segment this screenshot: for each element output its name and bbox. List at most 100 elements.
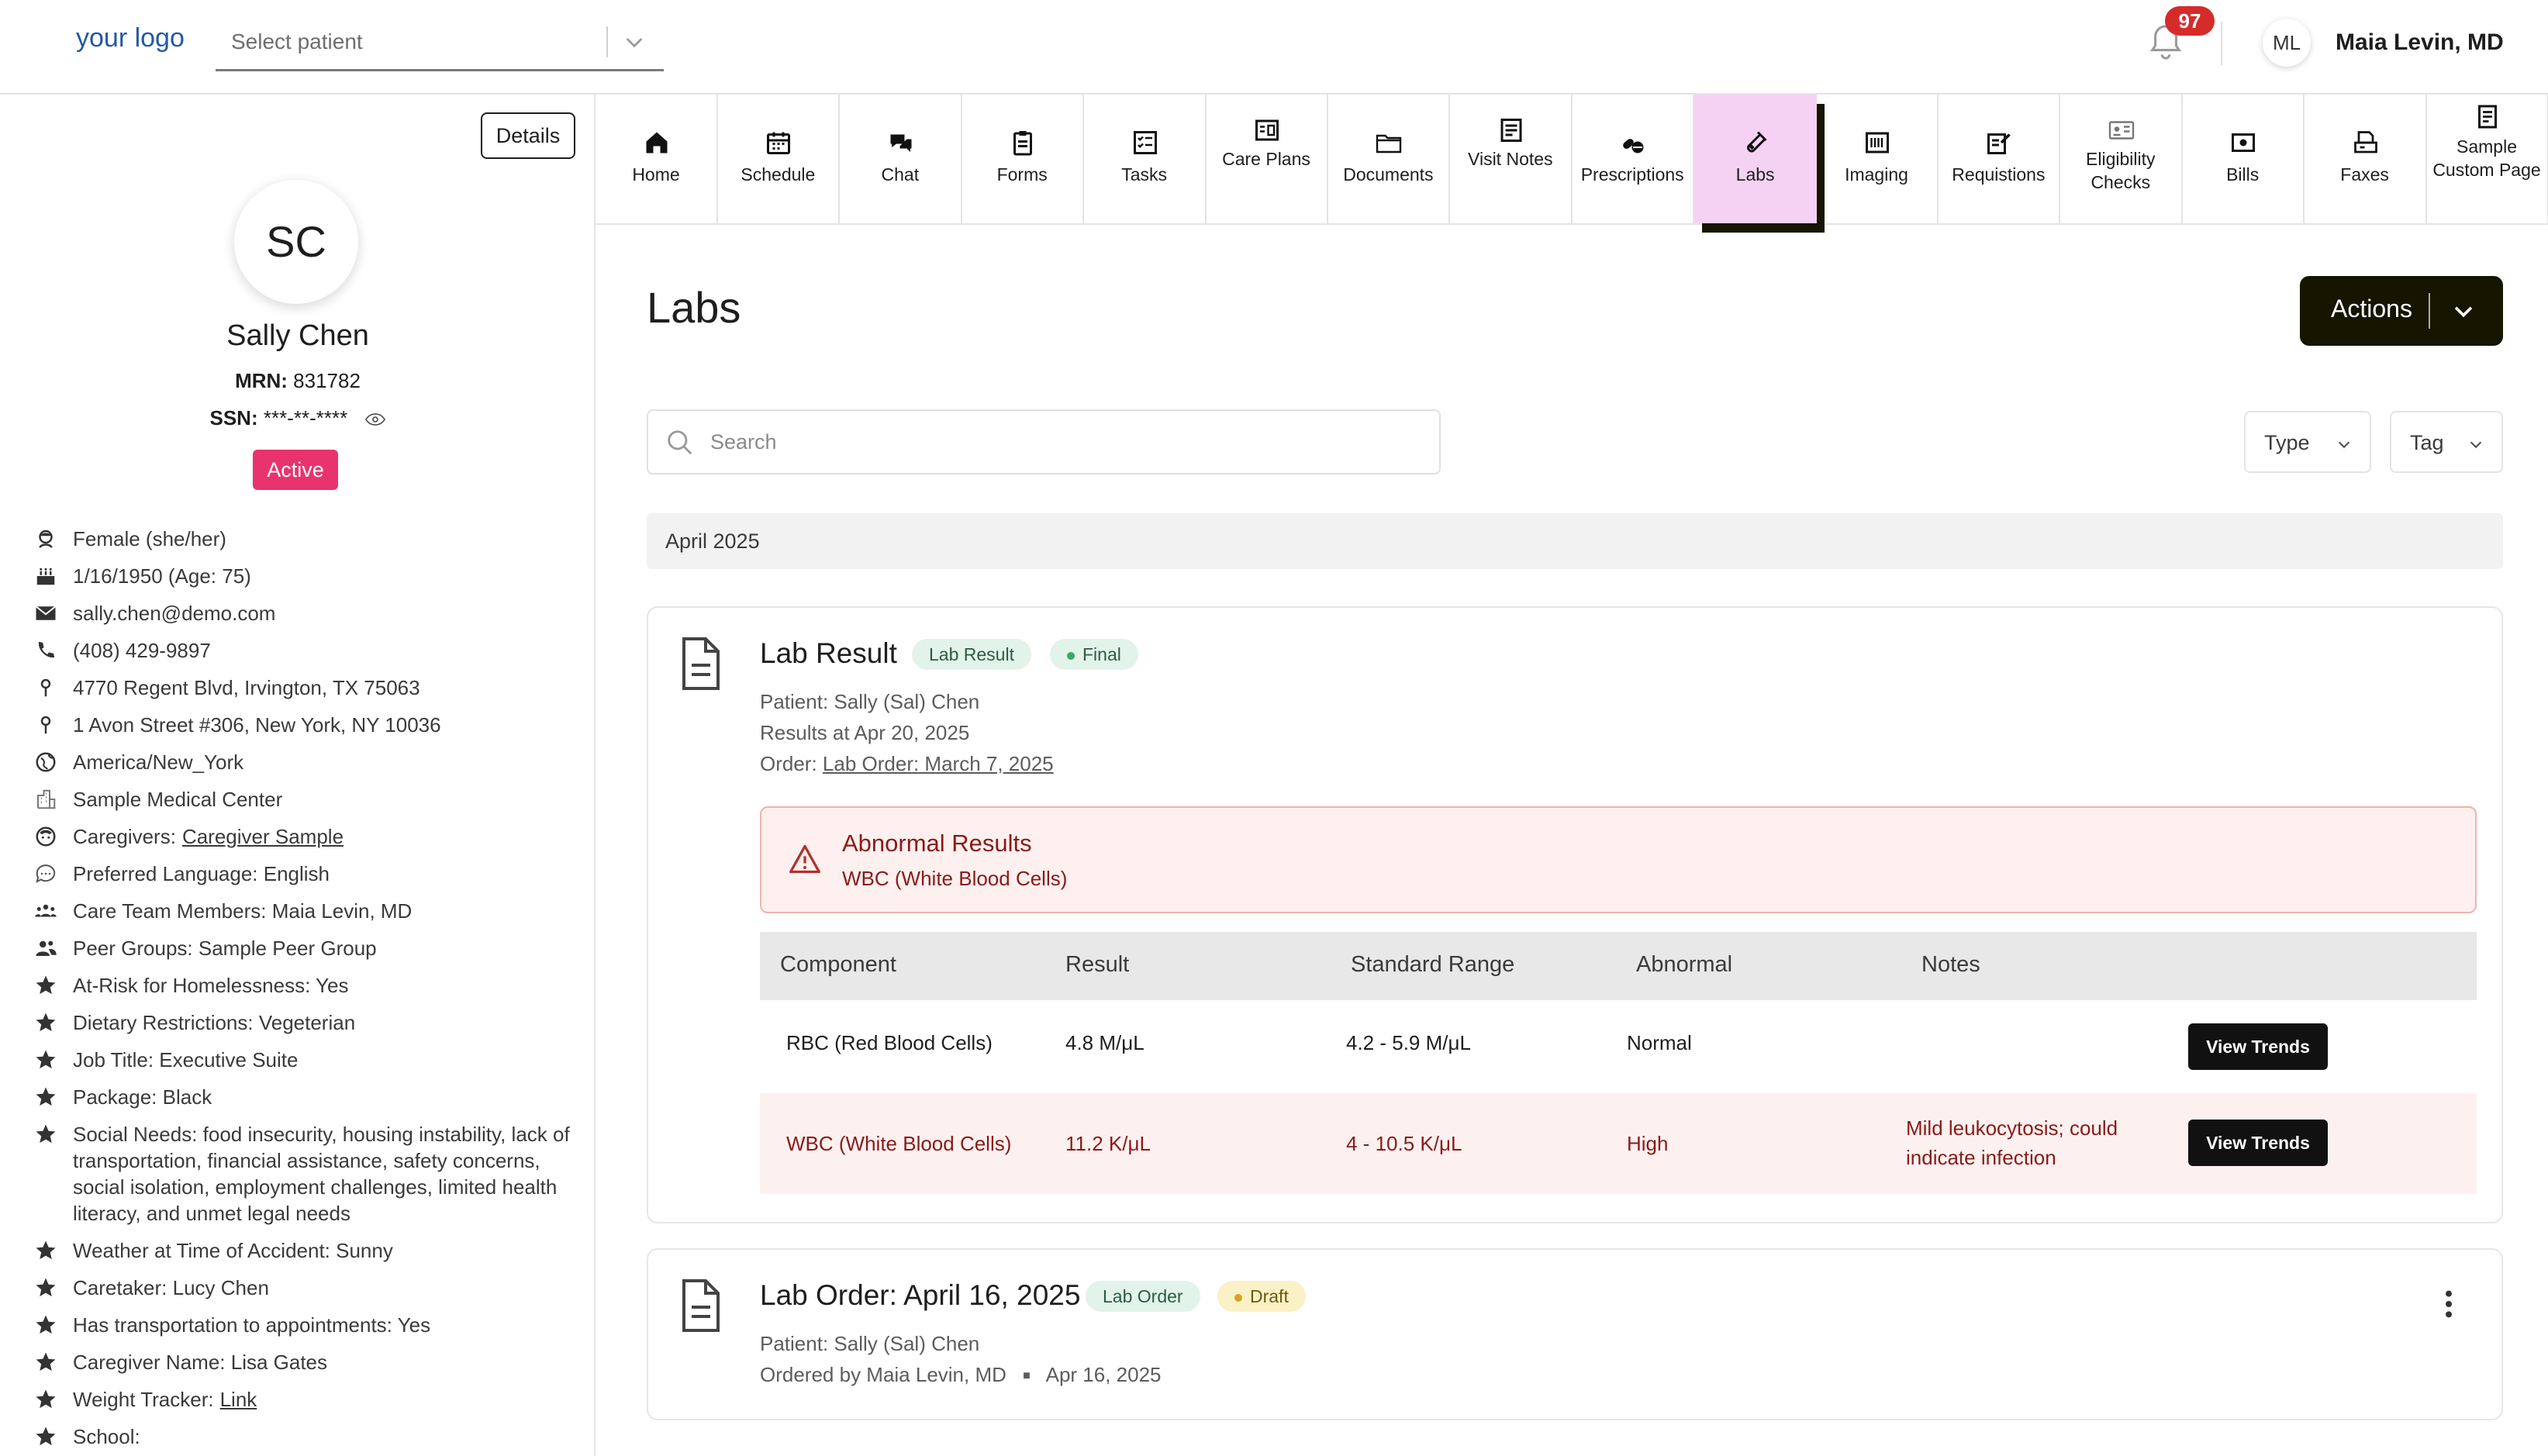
column-header: Standard Range xyxy=(1351,952,1515,977)
column-header: Notes xyxy=(1921,952,1980,977)
component-cell: WBC (White Blood Cells) xyxy=(786,1132,1012,1155)
abnormal-cell: High xyxy=(1627,1132,1669,1155)
attribute-text: Caretaker: Lucy Chen xyxy=(73,1276,269,1299)
attribute-label: Weight Tracker: xyxy=(73,1388,214,1411)
bullet-separator: ■ xyxy=(1023,1369,1031,1383)
notes-cell: Mild leukocytosis; could indicate infect… xyxy=(1906,1116,2118,1169)
tab-label: Tasks xyxy=(1121,164,1167,185)
ordered-by: Ordered by Maia Levin, MD xyxy=(760,1363,1006,1386)
type-tag: Lab Result xyxy=(912,639,1031,670)
patient-attribute: Weather at Time of Accident: Sunny xyxy=(34,1237,577,1264)
tab-imaging[interactable]: Imaging xyxy=(1816,95,1939,223)
tab-tasks[interactable]: Tasks xyxy=(1084,95,1207,223)
lab-order-card[interactable]: Lab Order: April 16, 2025 Lab Order Draf… xyxy=(647,1248,2503,1420)
calendar-icon xyxy=(767,132,791,154)
range-cell: 4.2 - 5.9 M/μL xyxy=(1346,1031,1471,1054)
order-link[interactable]: Lab Order: March 7, 2025 xyxy=(823,752,1054,775)
user-avatar[interactable]: ML xyxy=(2263,19,2311,67)
app-logo[interactable]: your logo xyxy=(76,23,185,53)
patient-mrn: MRN: 831782 xyxy=(0,369,594,393)
user-name[interactable]: Maia Levin, MD xyxy=(2336,29,2504,56)
lab-result-card[interactable]: Lab Result Lab Result Final Patient: Sal… xyxy=(647,606,2503,1223)
tab-label: Schedule xyxy=(741,164,816,185)
actions-button[interactable]: Actions xyxy=(2300,276,2503,346)
tab-faxes[interactable]: Faxes xyxy=(2305,95,2427,223)
patient-ssn: SSN: ***-**-**** xyxy=(0,406,594,430)
tab-care-plans[interactable]: Care Plans xyxy=(1206,95,1328,223)
requisition-icon xyxy=(1987,133,2011,154)
tab-documents[interactable]: Documents xyxy=(1328,95,1451,223)
patient-attribute: Package: Black xyxy=(34,1084,577,1110)
tab-label: Labs xyxy=(1735,164,1775,185)
card-patient: Patient: Sally (Sal) Chen xyxy=(760,690,980,713)
alert-detail: WBC (White Blood Cells) xyxy=(842,867,1068,890)
order-meta: Ordered by Maia Levin, MD ■ Apr 16, 2025 xyxy=(760,1363,1162,1387)
ssn-value: ***-**-**** xyxy=(263,406,348,430)
tab-prescriptions[interactable]: Prescriptions xyxy=(1572,95,1695,223)
group-icon xyxy=(36,940,57,956)
attribute-text: Preferred Language: English xyxy=(73,862,330,885)
warning-icon xyxy=(789,844,820,874)
status-dot xyxy=(1067,651,1075,660)
star-icon xyxy=(36,1240,56,1260)
clipboard-icon xyxy=(1013,131,1033,156)
tab-label: Visit Notes xyxy=(1468,149,1553,169)
tab-schedule[interactable]: Schedule xyxy=(717,95,841,223)
eye-icon[interactable] xyxy=(365,412,386,426)
patient-sidebar: Details SC Sally Chen MRN: 831782 SSN: *… xyxy=(0,95,596,1456)
card-title[interactable]: Lab Result xyxy=(760,637,897,670)
attribute-text: Peer Groups: Sample Peer Group xyxy=(73,937,377,960)
component-cell: RBC (Red Blood Cells) xyxy=(786,1031,993,1054)
patient-select[interactable]: Select patient xyxy=(216,14,664,71)
attribute-text: America/New_York xyxy=(73,750,244,774)
star-icon xyxy=(36,975,56,995)
more-options-icon[interactable] xyxy=(2444,1289,2453,1320)
patient-attribute: Weight Tracker: Link xyxy=(34,1386,577,1413)
test-tube-icon xyxy=(1746,131,1767,153)
star-icon xyxy=(36,1427,56,1446)
chevron-down-icon xyxy=(2470,441,2482,449)
building-icon xyxy=(37,789,56,809)
tab-visit-notes[interactable]: Visit Notes xyxy=(1450,95,1573,223)
tab-eligibility-checks[interactable]: Eligibility Checks xyxy=(2060,95,2183,223)
patient-attribute: 1 Avon Street #306, New York, NY 10036 xyxy=(34,712,577,738)
document-icon xyxy=(682,637,720,690)
select-divider xyxy=(606,26,608,57)
tab-sample-custom-page[interactable]: Sample Custom Page xyxy=(2426,95,2548,223)
patient-attribute: 4770 Regent Blvd, Irvington, TX 75063 xyxy=(34,675,577,701)
month-header: April 2025 xyxy=(647,513,2503,569)
details-button[interactable]: Details xyxy=(481,112,575,159)
attribute-link[interactable]: Caregiver Sample xyxy=(182,825,344,848)
tab-requistions[interactable]: Requistions xyxy=(1938,95,2061,223)
phone-icon xyxy=(38,641,55,658)
notification-badge[interactable]: 97 xyxy=(2165,6,2215,36)
tab-label: Imaging xyxy=(1845,164,1908,185)
view-trends-button[interactable]: View Trends xyxy=(2188,1023,2328,1070)
attribute-text: Weather at Time of Accident: Sunny xyxy=(73,1239,393,1262)
tab-home[interactable]: Home xyxy=(596,95,718,223)
star-icon xyxy=(36,1050,56,1069)
chevron-down-icon[interactable] xyxy=(622,29,647,54)
patient-attribute: Peer Groups: Sample Peer Group xyxy=(34,935,577,961)
table-row: RBC (Red Blood Cells) 4.8 M/μL 4.2 - 5.9… xyxy=(760,1000,2477,1093)
location-pin-icon xyxy=(40,678,51,697)
patient-attribute: Caretaker: Lucy Chen xyxy=(34,1275,577,1301)
patient-select-placeholder: Select patient xyxy=(231,29,363,53)
tab-bills[interactable]: Bills xyxy=(2182,95,2305,223)
star-icon xyxy=(36,1013,56,1032)
star-icon xyxy=(36,1315,56,1334)
attribute-text: Has transportation to appointments: Yes xyxy=(73,1313,431,1337)
card-title[interactable]: Lab Order: April 16, 2025 xyxy=(760,1279,1080,1312)
tab-forms[interactable]: Forms xyxy=(962,95,1085,223)
tag-filter[interactable]: Tag xyxy=(2390,411,2503,473)
attribute-link[interactable]: Link xyxy=(220,1388,257,1411)
search-input[interactable]: Search xyxy=(647,409,1441,474)
patient-attribute: Social Needs: food insecurity, housing i… xyxy=(34,1121,577,1227)
patient-attribute: Care Team Members: Maia Levin, MD xyxy=(34,898,577,924)
view-trends-button[interactable]: View Trends xyxy=(2188,1120,2328,1166)
tab-chat[interactable]: Chat xyxy=(840,95,962,223)
type-filter[interactable]: Type xyxy=(2244,411,2371,473)
attribute-text: Care Team Members: Maia Levin, MD xyxy=(73,899,413,923)
caregiver-icon xyxy=(36,826,56,847)
tab-labs[interactable]: Labs xyxy=(1693,95,1817,223)
